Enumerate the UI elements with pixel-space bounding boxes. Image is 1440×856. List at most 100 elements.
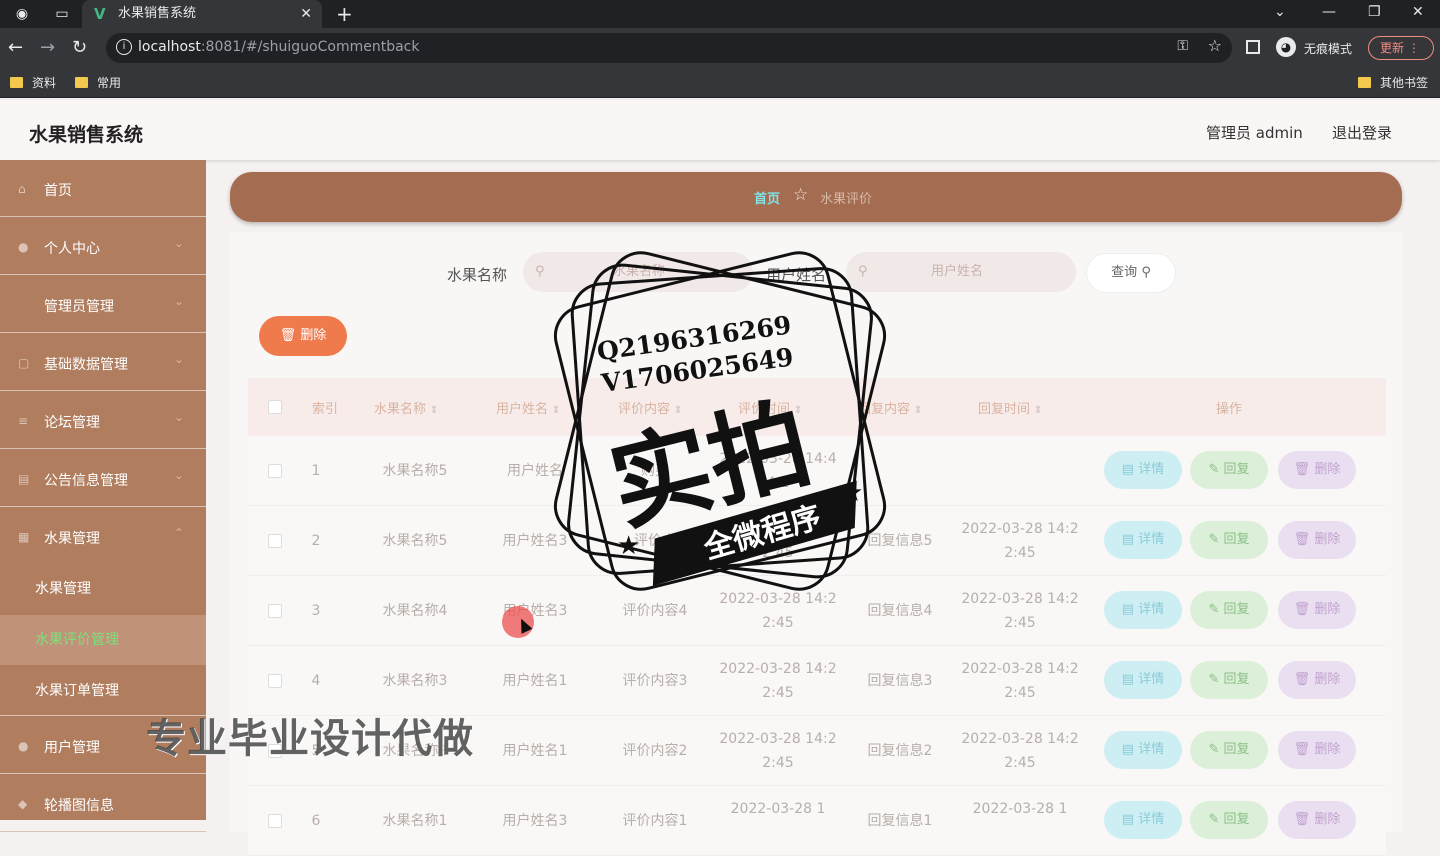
forward-icon[interactable]: → xyxy=(40,38,55,58)
sidebar-item-fruits[interactable]: ▦ 水果管理 ⌃ xyxy=(0,508,206,565)
new-tab-icon[interactable]: + xyxy=(336,2,353,26)
reply-button[interactable]: ✎ 回复 xyxy=(1190,731,1268,769)
edit-icon: ✎ xyxy=(1208,462,1224,477)
table-cell: 2022-03-28 14:22:45 xyxy=(719,661,837,701)
query-button[interactable]: 查询 ⚲ xyxy=(1086,253,1176,293)
row-checkbox[interactable] xyxy=(268,814,282,828)
star-icon: ☆ xyxy=(793,185,809,205)
globe-icon[interactable]: ◉ xyxy=(14,6,30,22)
reply-button[interactable]: ✎ 回复 xyxy=(1190,801,1268,839)
document-icon: ▤ xyxy=(1121,602,1139,617)
table-row: 6 水果名称1 用户姓名3 评价内容1 2022-03-28 1 回复信息1 2022-03… xyxy=(248,786,1386,856)
detail-button[interactable]: ▤ 详情 xyxy=(1104,521,1182,559)
table-cell: 回复信息3 xyxy=(867,673,933,689)
sidebar-item-base-data[interactable]: ▢ 基础数据管理 ⌄ xyxy=(0,334,206,391)
sidebar-item-carousel[interactable]: ◆ 轮播图信息 xyxy=(0,775,206,832)
logout-link[interactable]: 退出登录 xyxy=(1332,122,1392,143)
table-cell: 2022-03-28 14:22:45 xyxy=(961,731,1079,771)
breadcrumb-home[interactable]: 首页 xyxy=(754,188,780,207)
sort-icon: ⇕ xyxy=(1034,405,1043,416)
close-tab-icon[interactable]: ✕ xyxy=(300,0,312,28)
table-cell: 2022-03-28 1 xyxy=(730,801,826,817)
row-checkbox[interactable] xyxy=(268,604,282,618)
sidebar-item-admins[interactable]: 管理员管理 ⌄ xyxy=(0,276,206,333)
back-icon[interactable]: ← xyxy=(8,38,23,58)
delete-button[interactable]: 🗑 删除 xyxy=(1278,521,1356,559)
reply-button[interactable]: ✎ 回复 xyxy=(1190,591,1268,629)
delete-button[interactable]: 🗑 删除 xyxy=(1278,591,1356,629)
table-cell: 回复信息2 xyxy=(867,743,933,759)
edit-icon: ✎ xyxy=(1208,672,1224,687)
square-icon: ▢ xyxy=(18,356,30,370)
bulk-delete-button[interactable]: 🗑 删除 xyxy=(259,316,347,356)
detail-button[interactable]: ▤ 详情 xyxy=(1104,801,1182,839)
tab-strip-icon[interactable]: ▭ xyxy=(54,6,70,22)
table-cell: 评价内容1 xyxy=(622,813,688,829)
close-window-icon[interactable]: ✕ xyxy=(1412,4,1424,20)
detail-button[interactable]: ▤ 详情 xyxy=(1104,451,1182,489)
delete-button[interactable]: 🗑 删除 xyxy=(1278,731,1356,769)
trash-icon: 🗑 xyxy=(1293,602,1315,617)
column-header[interactable]: 水果名称 ⇕ xyxy=(374,398,438,417)
breadcrumb-current: 水果评价 xyxy=(820,192,873,207)
detail-button[interactable]: ▤ 详情 xyxy=(1104,591,1182,629)
reply-button[interactable]: ✎ 回复 xyxy=(1190,521,1268,559)
table-cell: 水果名称4 xyxy=(382,603,448,619)
table-cell: 4 xyxy=(311,673,321,689)
sidebar-item-notices[interactable]: ▤ 公告信息管理 ⌄ xyxy=(0,450,206,507)
url-input[interactable]: i localhost:8081/#/shuiguoCommentback ⚿ … xyxy=(106,33,1232,63)
select-all-checkbox[interactable] xyxy=(268,400,282,414)
app-title: 水果销售系统 xyxy=(29,124,144,146)
table-cell: 2 xyxy=(311,533,321,549)
reload-icon[interactable]: ↻ xyxy=(72,38,87,58)
breadcrumb: 首页 ☆ 水果评价 xyxy=(230,172,1402,222)
trash-icon: 🗑 xyxy=(279,328,297,343)
table-cell: 6 xyxy=(311,813,321,829)
delete-button[interactable]: 🗑 删除 xyxy=(1278,801,1356,839)
row-checkbox[interactable] xyxy=(268,534,282,548)
grid-icon: ▦ xyxy=(18,530,30,544)
address-bar-row: ← → ↻ i localhost:8081/#/shuiguoCommentb… xyxy=(0,28,1440,68)
chevron-down-icon: ⌄ xyxy=(173,294,184,308)
update-button[interactable]: 更新 ⋮ xyxy=(1368,36,1434,60)
chevron-up-icon: ⌃ xyxy=(173,526,184,540)
key-icon[interactable]: ⚿ xyxy=(1177,38,1188,54)
bookmark-folder[interactable]: 常用 xyxy=(75,75,121,91)
table-cell: 水果名称5 xyxy=(382,463,448,479)
chevron-down-icon: ⌄ xyxy=(173,352,184,366)
restore-icon[interactable]: ❐ xyxy=(1368,4,1381,20)
browser-tab-bar: ◉ ▭ V 水果销售系统 ✕ + ⌄ — ❐ ✕ xyxy=(0,0,1440,28)
info-icon[interactable]: i xyxy=(116,39,132,55)
column-header[interactable]: 回复时间 ⇕ xyxy=(978,398,1042,417)
sidebar-item-profile[interactable]: ● 个人中心 ⌄ xyxy=(0,218,206,275)
bookmark-star-icon[interactable]: ☆ xyxy=(1208,36,1222,55)
detail-button[interactable]: ▤ 详情 xyxy=(1104,661,1182,699)
table-cell: 用户姓名3 xyxy=(502,813,568,829)
trash-icon: 🗑 xyxy=(1293,742,1315,757)
reply-button[interactable]: ✎ 回复 xyxy=(1190,661,1268,699)
home-icon: ⌂ xyxy=(18,182,26,196)
url-text: localhost:8081/#/shuiguoCommentback xyxy=(138,39,420,55)
table-cell: 2022-03-28 14:22:45 xyxy=(961,661,1079,701)
minimize-icon[interactable]: — xyxy=(1322,4,1336,20)
table-cell: 评价内容3 xyxy=(622,673,688,689)
user-icon: ● xyxy=(18,739,29,753)
detail-button[interactable]: ▤ 详情 xyxy=(1104,731,1182,769)
bookmark-folder[interactable]: 资料 xyxy=(10,75,56,91)
trash-icon: 🗑 xyxy=(1293,672,1315,687)
sidebar-subitem-fruit-comments[interactable]: 水果评价管理 xyxy=(0,615,206,665)
row-checkbox[interactable] xyxy=(268,674,282,688)
delete-button[interactable]: 🗑 删除 xyxy=(1278,451,1356,489)
table-cell: 用户姓名1 xyxy=(502,743,568,759)
reply-button[interactable]: ✎ 回复 xyxy=(1190,451,1268,489)
chevron-down-icon[interactable]: ⌄ xyxy=(1274,4,1286,20)
other-bookmarks[interactable]: 其他书签 xyxy=(1358,75,1428,91)
sidebar-subitem-fruit-manage[interactable]: 水果管理 xyxy=(0,564,206,614)
row-checkbox[interactable] xyxy=(268,464,282,478)
trash-icon: 🗑 xyxy=(1293,532,1315,547)
browser-tab[interactable]: V 水果销售系统 ✕ xyxy=(82,0,322,28)
delete-button[interactable]: 🗑 删除 xyxy=(1278,661,1356,699)
sidebar-item-home[interactable]: ⌂ 首页 xyxy=(0,160,206,217)
sidebar-item-forum[interactable]: ≡ 论坛管理 ⌄ xyxy=(0,392,206,449)
side-panel-icon[interactable] xyxy=(1246,40,1260,54)
